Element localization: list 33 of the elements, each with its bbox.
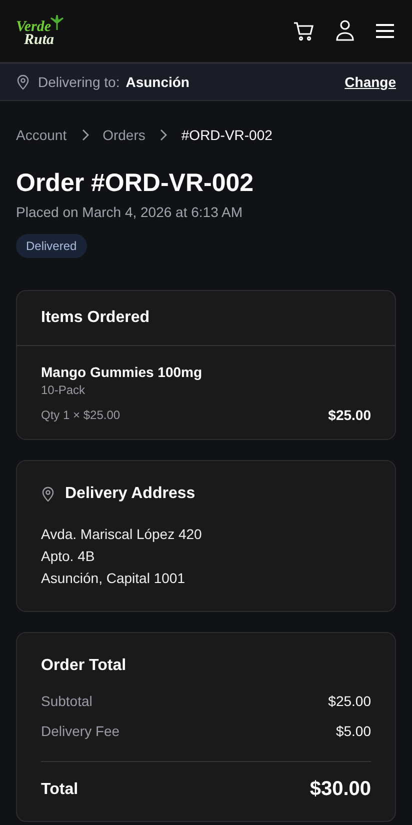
total-value: $30.00 <box>310 778 371 801</box>
card-title: Items Ordered <box>17 291 395 346</box>
address-line: Asunción, Capital 1001 <box>41 569 186 588</box>
delivery-city: Asunción <box>126 74 190 90</box>
order-date: Placed on March 4, 2026 at 6:13 AM <box>16 204 244 220</box>
breadcrumb-link[interactable]: Account <box>16 127 67 143</box>
summary-value: $25.00 <box>328 693 371 709</box>
item-variant: 10-Pack <box>41 383 86 397</box>
breadcrumb-link[interactable]: #ORD-VR-002 <box>181 127 272 143</box>
change-link[interactable]: Change <box>344 74 396 90</box>
item-quantity: Qty 1 × $25.00 <box>41 408 120 422</box>
status-badge: Delivered <box>16 234 87 258</box>
location-pin-icon <box>41 486 55 502</box>
summary-label: Subtotal <box>41 693 92 709</box>
card-title: Delivery Address <box>65 485 196 503</box>
card-title: Order Total <box>41 657 128 675</box>
item-name: Mango Gummies 100mg <box>41 364 204 380</box>
order-title: Order #ORD-VR-002 <box>16 169 255 198</box>
total-label: Total <box>41 780 78 798</box>
address-line: Apto. 4B <box>41 547 96 566</box>
chevron-right-icon <box>80 129 89 141</box>
summary-value: $5.00 <box>336 723 371 739</box>
location-pin-icon <box>16 74 30 90</box>
breadcrumb-link[interactable]: Orders <box>102 127 146 143</box>
delivering-to-label: Delivering to: <box>38 74 120 90</box>
cart-icon[interactable] <box>292 19 316 43</box>
logo[interactable]: Verde Ruta <box>16 15 66 47</box>
menu-icon[interactable] <box>374 21 396 41</box>
item-price: $25.00 <box>328 407 371 423</box>
chevron-right-icon <box>159 129 168 141</box>
summary-label: Delivery Fee <box>41 723 120 739</box>
address-line: Avda. Mariscal López 420 <box>41 525 203 544</box>
user-icon[interactable] <box>334 19 356 43</box>
